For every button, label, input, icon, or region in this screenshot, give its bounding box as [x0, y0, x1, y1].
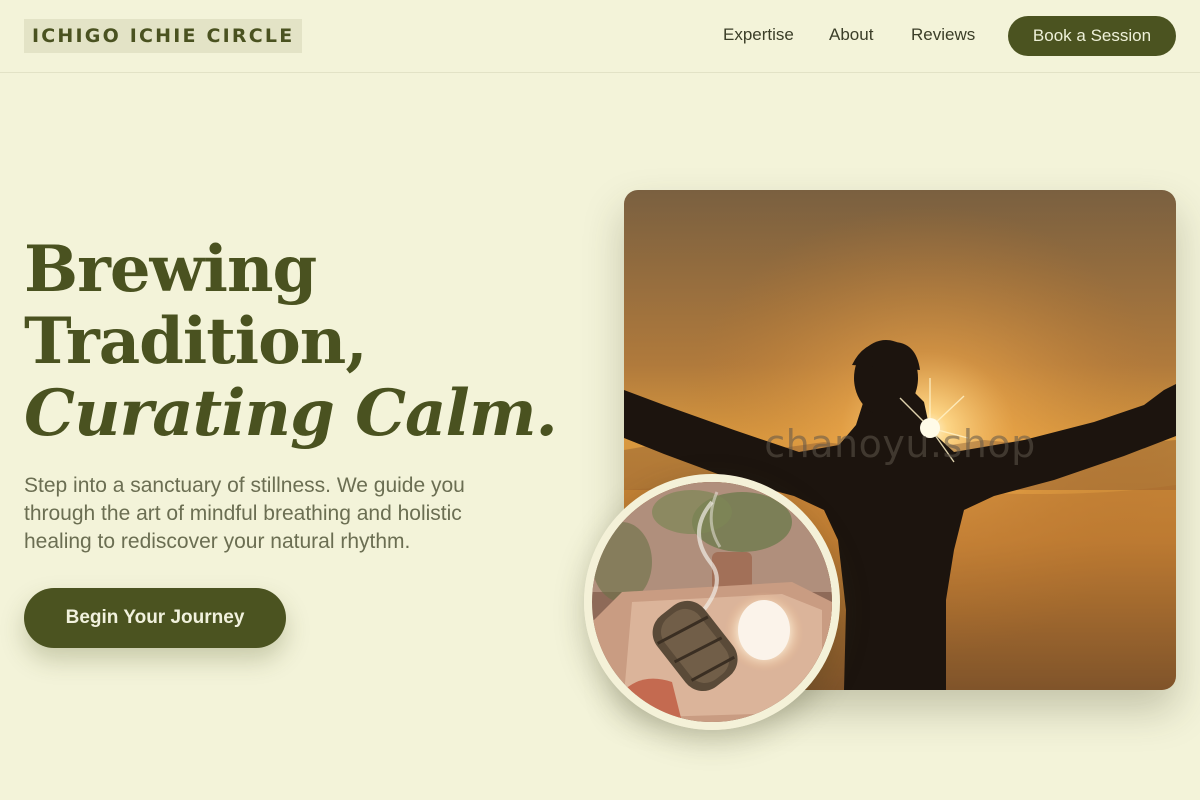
- begin-journey-button[interactable]: Begin Your Journey: [24, 588, 286, 648]
- headline-line-1: Brewing: [24, 232, 317, 307]
- hero-subtext: Step into a sanctuary of stillness. We g…: [24, 474, 465, 553]
- site-logo[interactable]: ICHIGO ICHIE CIRCLE: [24, 19, 303, 53]
- nav-expertise[interactable]: Expertise: [723, 24, 794, 46]
- headline-line-3: Curating Calm.: [24, 376, 558, 451]
- nav-about[interactable]: About: [829, 24, 873, 46]
- site-header: ICHIGO ICHIE CIRCLE Expertise About Revi…: [0, 0, 1200, 73]
- image-watermark: chanoyu.shop: [764, 422, 1036, 466]
- headline-line-2: Tradition,: [24, 304, 368, 379]
- book-session-button[interactable]: Book a Session: [1008, 16, 1176, 56]
- hero-headline: Brewing Tradition, Curating Calm.: [24, 232, 558, 451]
- sage-smudge-illustration: [592, 482, 832, 722]
- nav-reviews[interactable]: Reviews: [911, 24, 975, 46]
- sage-smudge-image: [584, 474, 840, 730]
